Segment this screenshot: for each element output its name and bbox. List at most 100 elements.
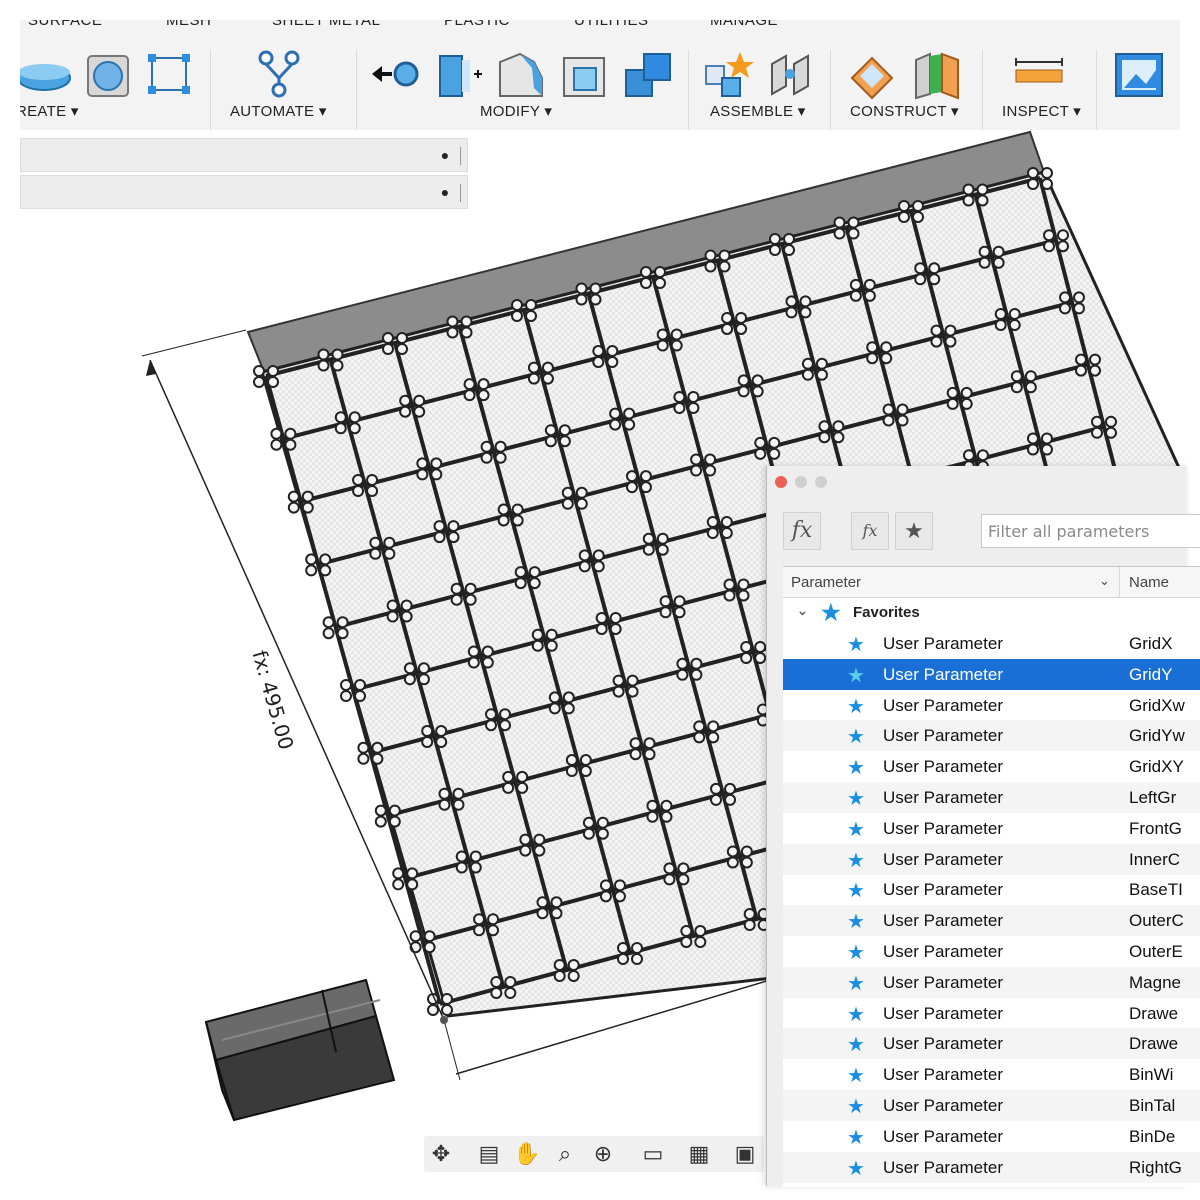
magnet-hole (467, 656, 480, 669)
move-icon[interactable]: ✥ (426, 1140, 456, 1168)
close-window-button[interactable] (775, 476, 787, 488)
favorite-star-icon[interactable]: ★ (847, 909, 865, 934)
favorites-filter-button[interactable]: ★ (895, 512, 933, 550)
parameter-row[interactable]: ★ User Parameter GridXw (783, 690, 1200, 721)
construct-menu[interactable]: CONSTRUCT ▾ (850, 102, 959, 120)
tab-mesh[interactable]: MESH (166, 20, 211, 30)
tab-utilities[interactable]: UTILITIES (574, 20, 649, 30)
parameter-row[interactable]: ★ User Parameter GridXY (783, 751, 1200, 782)
magnet-hole (490, 976, 503, 988)
name-column-header[interactable]: Name (1129, 574, 1169, 591)
measure-icon[interactable] (1012, 48, 1066, 102)
favorite-star-icon[interactable]: ★ (847, 663, 865, 688)
parameter-type: User Parameter (883, 880, 1003, 900)
favorite-star-icon[interactable]: ★ (847, 632, 865, 657)
tab-manage[interactable]: MANAGE (710, 20, 778, 30)
magnet-hole (1105, 426, 1117, 439)
automate-menu[interactable]: AUTOMATE ▾ (230, 102, 327, 120)
zoom-icon[interactable]: ⌕ (550, 1140, 580, 1168)
parameter-column-header[interactable]: Parameter (791, 574, 861, 591)
tab-surface[interactable]: SURFACE (28, 20, 102, 30)
favorite-star-icon[interactable]: ★ (847, 817, 865, 842)
magnet-hole (371, 752, 384, 765)
favorite-star-icon[interactable]: ★ (847, 694, 865, 719)
favorite-star-icon[interactable]: ★ (847, 1094, 865, 1119)
parameter-row[interactable]: ★ User Parameter BaseTI (783, 874, 1200, 905)
favorite-star-icon[interactable]: ★ (847, 940, 865, 965)
midplane-icon[interactable] (910, 48, 964, 102)
minimize-window-button[interactable] (795, 476, 807, 488)
chevron-down-icon[interactable]: ⌄ (1099, 573, 1110, 589)
maximize-window-button[interactable] (815, 476, 827, 488)
parameter-row[interactable]: ★ User Parameter OuterC (783, 905, 1200, 937)
combine-icon[interactable] (622, 48, 676, 102)
parameter-row[interactable]: ★ User Parameter Drawe (783, 998, 1200, 1029)
filter-input[interactable]: Filter all parameters (981, 514, 1200, 548)
parameter-row[interactable]: ★ User Parameter FrontG (783, 813, 1200, 844)
parameter-row[interactable]: ★ User Parameter InnerC (783, 843, 1200, 875)
fillet-icon[interactable] (432, 48, 486, 102)
magnet-hole (799, 295, 812, 308)
favorite-star-icon[interactable]: ★ (847, 848, 865, 873)
user-parameters-button[interactable]: fx (851, 512, 889, 550)
pan-icon[interactable]: ✋ (512, 1140, 542, 1168)
favorites-group-row[interactable]: ⌄ ★ Favorites (783, 597, 1200, 628)
grid-icon[interactable]: ▦ (684, 1140, 714, 1168)
visibility-toggle-icon[interactable]: ● (439, 148, 451, 162)
parameter-row[interactable]: ★ User Parameter Drawe (783, 1028, 1200, 1060)
parameter-row[interactable]: ★ User Parameter GridY (783, 658, 1200, 690)
favorite-star-icon[interactable]: ★ (847, 1125, 865, 1150)
favorite-star-icon[interactable]: ★ (847, 786, 865, 811)
magnet-hole (673, 391, 686, 403)
parameter-row[interactable]: ★ User Parameter OuterE (783, 936, 1200, 967)
viewports-icon[interactable]: ▣ (730, 1140, 760, 1168)
all-parameters-button[interactable]: fx (783, 512, 821, 550)
chamfer-icon[interactable] (494, 48, 548, 102)
parameter-row[interactable]: ★ User Parameter GridX (783, 628, 1200, 659)
fit-icon[interactable]: ⊕ (588, 1140, 618, 1168)
insert-image-icon[interactable] (1112, 48, 1166, 102)
assemble-menu[interactable]: ASSEMBLE ▾ (710, 102, 806, 120)
shell-icon[interactable] (558, 48, 612, 102)
display-icon[interactable]: ▭ (638, 1140, 668, 1168)
modify-menu[interactable]: MODIFY ▾ (480, 102, 552, 120)
automate-icon[interactable] (252, 48, 306, 102)
surface-patch-icon[interactable] (20, 48, 74, 102)
tab-plastic[interactable]: PLASTIC (444, 20, 510, 30)
favorite-star-icon[interactable]: ★ (847, 1032, 865, 1057)
create-menu[interactable]: REATE ▾ (20, 102, 79, 120)
inspect-menu[interactable]: INSPECT ▾ (1002, 102, 1081, 120)
favorite-star-icon[interactable]: ★ (847, 724, 865, 749)
press-pull-icon[interactable] (368, 48, 422, 102)
browser-row[interactable]: ● (20, 175, 468, 209)
tab-sheet-metal[interactable]: SHEET METAL (272, 20, 380, 30)
browser-row[interactable]: ● (20, 138, 468, 172)
parameter-name: GridXw (1129, 695, 1185, 715)
magnet-hole (670, 328, 683, 341)
favorite-star-icon[interactable]: ★ (847, 1156, 865, 1181)
favorite-star-icon[interactable]: ★ (847, 1063, 865, 1088)
offset-plane-icon[interactable] (846, 48, 900, 102)
favorite-star-icon[interactable]: ★ (847, 971, 865, 996)
form-box-icon[interactable] (82, 48, 136, 102)
sketch-rectangle-icon[interactable] (142, 48, 196, 102)
magnet-hole (737, 589, 750, 602)
look-icon[interactable]: ▤ (474, 1140, 504, 1168)
parameter-row[interactable]: ★ User Parameter RightG (783, 1151, 1200, 1183)
new-component-icon[interactable] (700, 48, 754, 102)
parameter-row[interactable]: ★ User Parameter BinDe (783, 1121, 1200, 1152)
parameters-dialog: fx fx ★ Filter all parameters Parameter … (766, 466, 1200, 1187)
parameter-row[interactable]: ★ User Parameter BinWi (783, 1059, 1200, 1090)
parameter-row[interactable]: ★ User Parameter Magne (783, 966, 1200, 998)
parameter-row[interactable]: ★ User Parameter BinTal (783, 1090, 1200, 1121)
favorite-star-icon[interactable]: ★ (847, 755, 865, 780)
favorite-star-icon[interactable]: ★ (847, 1002, 865, 1027)
parameter-row[interactable]: ★ User Parameter LeftGr (783, 782, 1200, 813)
favorite-star-icon[interactable]: ★ (847, 878, 865, 903)
joint-icon[interactable] (764, 48, 818, 102)
parameter-row[interactable]: ★ User Parameter GridYw (783, 720, 1200, 752)
visibility-toggle-icon[interactable]: ● (439, 185, 451, 199)
magnet-hole (609, 623, 622, 635)
chevron-down-icon[interactable]: ⌄ (797, 603, 808, 619)
parameters-table: Parameter ⌄ Name ⌄ ★ Favorites ★ User Par… (783, 566, 1200, 1187)
